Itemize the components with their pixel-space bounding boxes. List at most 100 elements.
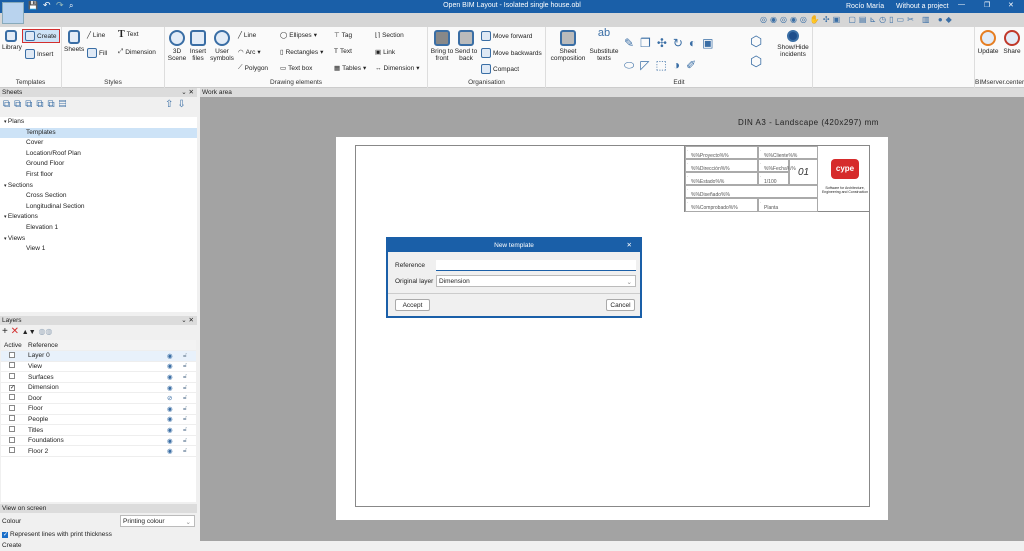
compact-button[interactable]: Compact bbox=[481, 64, 519, 74]
layer-row[interactable]: Layer 0 ◉ 🔓︎ bbox=[1, 350, 196, 362]
tag-button[interactable]: ⊤ Tag bbox=[334, 31, 352, 40]
print-thickness-checkbox[interactable]: ✓ Represent lines with print thickness bbox=[2, 531, 112, 538]
send-to-back-button[interactable]: Send to back bbox=[454, 30, 478, 62]
minimize-button[interactable]: — bbox=[958, 1, 965, 8]
tree-item[interactable]: Cover bbox=[0, 138, 197, 149]
sheets-toolbar[interactable]: ⧉⧉⧉⧉⧉▤ ⇧⇩ bbox=[0, 97, 197, 115]
ellipses-button[interactable]: ◯ Ellipses ▾ bbox=[280, 31, 317, 40]
layer-tools-icons[interactable]: ◍◍ bbox=[38, 327, 52, 336]
lock-icon[interactable]: 🔓︎ bbox=[180, 414, 196, 426]
3d-scene-button[interactable]: 3D Scene bbox=[167, 30, 187, 62]
tree-item[interactable]: Templates bbox=[0, 127, 197, 139]
lock-icon[interactable]: 🔓︎ bbox=[180, 350, 196, 362]
eye-icon[interactable]: ◉ bbox=[164, 435, 180, 447]
substitute-texts-button[interactable]: ab Substitute texts bbox=[588, 28, 620, 63]
text-style-button[interactable]: T Text bbox=[118, 29, 139, 40]
colour-select[interactable]: Printing colour ⌄ bbox=[120, 515, 195, 527]
move-forward-button[interactable]: Move forward bbox=[481, 31, 532, 41]
create-button[interactable]: Create bbox=[22, 29, 60, 43]
lock-icon[interactable]: 🔓︎ bbox=[180, 382, 196, 394]
tree-item[interactable]: ▾ Sections bbox=[0, 181, 197, 192]
layer-active-checkbox[interactable] bbox=[9, 447, 15, 454]
eye-icon[interactable]: ◉ bbox=[164, 445, 180, 458]
user-symbols-button[interactable]: User symbols bbox=[209, 30, 235, 62]
maximize-button[interactable]: ❐ bbox=[984, 1, 990, 9]
layer-active-checkbox[interactable] bbox=[9, 351, 15, 358]
bring-to-front-button[interactable]: Bring to front bbox=[430, 30, 454, 62]
eye-icon[interactable]: ◉ bbox=[164, 350, 180, 362]
layer-active-checkbox[interactable] bbox=[9, 415, 15, 422]
dimension-style-button[interactable]: ⤢ Dimension bbox=[118, 48, 156, 56]
share-button[interactable]: Share bbox=[1001, 30, 1023, 55]
sheet-composition-button[interactable]: Sheet composition bbox=[548, 30, 588, 62]
library-button[interactable]: Library bbox=[2, 30, 22, 51]
tree-item[interactable]: Longitudinal Section bbox=[0, 202, 197, 213]
edit-tools-icons[interactable]: ✎❐✣↻◐▣ ⬭◸⬚◑✐ bbox=[624, 32, 739, 76]
original-layer-select[interactable]: Dimension ⌄ bbox=[436, 275, 636, 287]
text-button[interactable]: T Text bbox=[334, 48, 352, 55]
fill-style-button[interactable]: Fill bbox=[87, 48, 107, 58]
add-layer-icon[interactable]: + bbox=[2, 326, 8, 337]
lock-icon[interactable]: 🔓︎ bbox=[180, 424, 196, 436]
layer-row[interactable]: Surfaces ◉ 🔓︎ bbox=[1, 371, 196, 383]
layer-active-checkbox[interactable] bbox=[9, 436, 15, 443]
project-name[interactable]: Without a project bbox=[896, 3, 949, 10]
app-menu-button[interactable] bbox=[2, 2, 24, 24]
move-backwards-button[interactable]: Move backwards bbox=[481, 48, 542, 58]
layer-row[interactable]: Titles ◉ 🔓︎ bbox=[1, 424, 196, 436]
eye-icon[interactable]: ◉ bbox=[164, 361, 180, 373]
sheets-button[interactable]: Sheets bbox=[64, 30, 84, 53]
tree-item[interactable]: Elevation 1 bbox=[0, 223, 197, 234]
layer-active-checkbox[interactable]: ✓ bbox=[9, 385, 15, 392]
line-style-button[interactable]: ╱ Line bbox=[87, 31, 105, 40]
layer-active-checkbox[interactable] bbox=[9, 426, 15, 433]
undo-icon[interactable]: ↶ bbox=[43, 0, 51, 11]
close-button[interactable]: ✕ bbox=[1008, 1, 1014, 9]
layer-row[interactable]: People ◉ 🔓︎ bbox=[1, 414, 196, 426]
3d-view-icons[interactable]: ⬡ ⬡ bbox=[750, 31, 762, 71]
update-button[interactable]: Update bbox=[977, 30, 999, 55]
lock-icon[interactable]: 🔓︎ bbox=[180, 371, 196, 383]
layer-row[interactable]: Door ⊘ 🔓︎ bbox=[1, 392, 196, 405]
eye-icon[interactable]: ◉ bbox=[164, 424, 180, 436]
layer-row[interactable]: Foundations ◉ 🔓︎ bbox=[1, 435, 196, 447]
arc-button[interactable]: ◠ Arc ▾ bbox=[238, 48, 261, 57]
rectangles-button[interactable]: ▯ Rectangles ▾ bbox=[280, 48, 323, 57]
cancel-button[interactable]: Cancel bbox=[606, 299, 635, 311]
insert-files-button[interactable]: Insert files bbox=[189, 30, 207, 62]
view-tools-icons[interactable]: ◎◉◎◉◎✋✣▣ ▢▤⊾◷▯▭✂ ▥ ●◆ bbox=[760, 15, 955, 24]
tree-item[interactable]: Ground Floor bbox=[0, 159, 197, 170]
layer-row[interactable]: Floor 2 ◉ 🔓︎ bbox=[1, 445, 196, 458]
search-icon[interactable]: ⌕ bbox=[69, 1, 73, 11]
eye-icon[interactable]: ◉ bbox=[164, 371, 180, 383]
eye-icon[interactable]: ◉ bbox=[164, 382, 180, 394]
tables-button[interactable]: ▦ Tables ▾ bbox=[334, 64, 366, 73]
lock-icon[interactable]: 🔓︎ bbox=[180, 445, 196, 458]
polygon-button[interactable]: ⟋ Polygon bbox=[238, 64, 268, 72]
lock-icon[interactable]: 🔓︎ bbox=[180, 361, 196, 373]
accept-button[interactable]: Accept bbox=[395, 299, 430, 311]
move-down-icon[interactable]: ▼ bbox=[29, 329, 36, 336]
layer-active-checkbox[interactable] bbox=[9, 404, 15, 411]
text-box-button[interactable]: ▭ Text box bbox=[280, 64, 312, 73]
layer-row[interactable]: View ◉ 🔓︎ bbox=[1, 361, 196, 373]
link-button[interactable]: ▣ Link bbox=[375, 48, 395, 57]
lock-icon[interactable]: 🔓︎ bbox=[180, 392, 196, 405]
dimension-button[interactable]: ↔ Dimension ▾ bbox=[375, 64, 419, 73]
eye-icon[interactable]: ◉ bbox=[164, 403, 180, 415]
layer-active-checkbox[interactable] bbox=[9, 373, 15, 380]
delete-layer-icon[interactable]: ✕ bbox=[11, 326, 19, 337]
eye-off-icon[interactable]: ⊘ bbox=[164, 392, 180, 405]
show-hide-incidents-button[interactable]: Show/Hide incidents bbox=[774, 30, 812, 58]
tree-item[interactable]: ▾ Plans bbox=[0, 117, 197, 128]
tree-item[interactable]: First floor bbox=[0, 170, 197, 181]
save-icon[interactable]: 💾 bbox=[28, 1, 38, 10]
line-button[interactable]: ╱ Line bbox=[238, 31, 256, 40]
dialog-close-icon[interactable]: ✕ bbox=[627, 239, 632, 252]
layer-active-checkbox[interactable] bbox=[9, 362, 15, 369]
eye-icon[interactable]: ◉ bbox=[164, 414, 180, 426]
tree-item[interactable]: View 1 bbox=[0, 244, 197, 255]
layer-row[interactable]: ✓ Dimension ◉ 🔓︎ bbox=[1, 382, 196, 394]
reference-input[interactable] bbox=[436, 260, 636, 271]
insert-button[interactable]: Insert bbox=[25, 49, 53, 59]
